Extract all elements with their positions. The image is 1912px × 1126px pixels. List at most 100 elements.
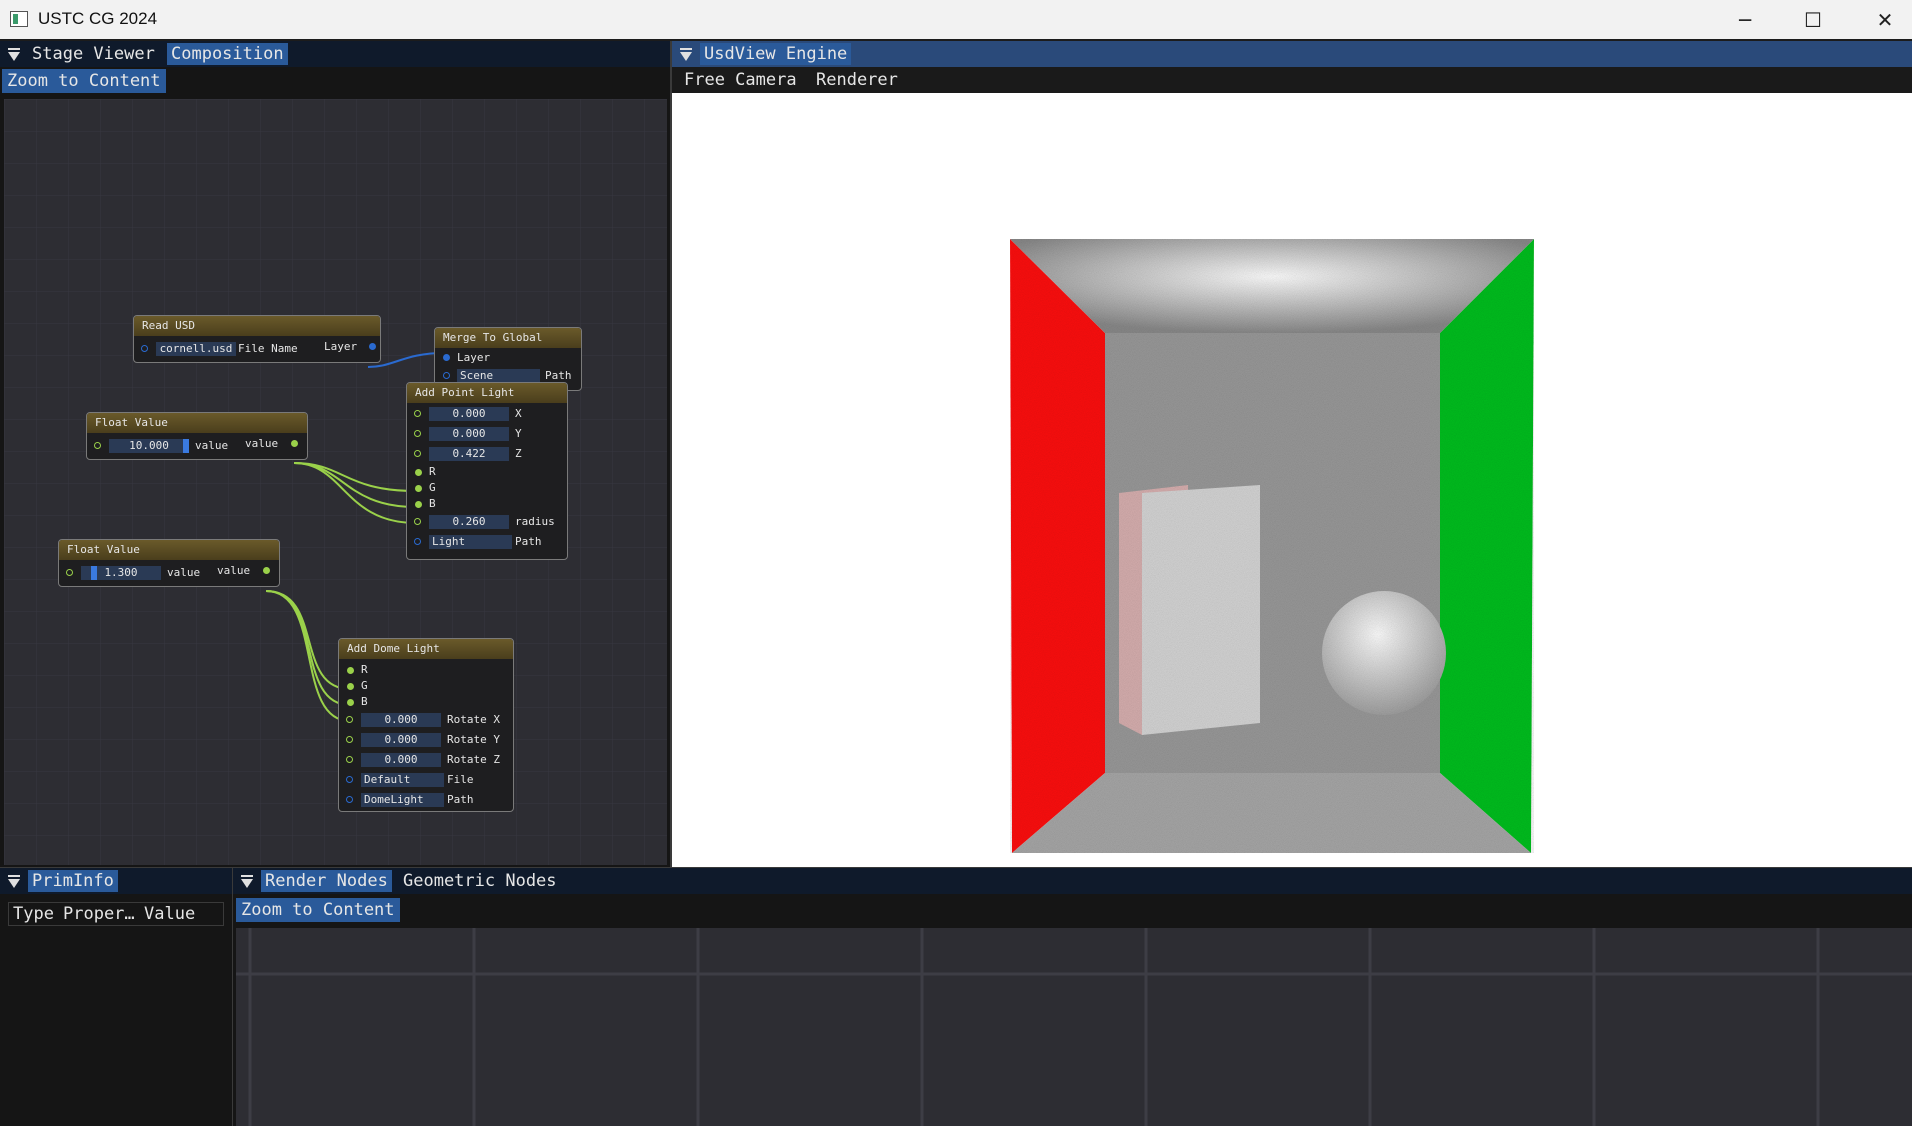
node-add-point-light[interactable]: Add Point Light 0.000 X 0.000 Y 0.422 Z … [406, 382, 568, 560]
collapse-icon[interactable] [8, 875, 20, 888]
slider-grab[interactable] [91, 566, 97, 580]
file-field[interactable]: Default [361, 773, 444, 787]
pin-in[interactable] [94, 442, 101, 449]
col-type[interactable]: Type [13, 903, 54, 925]
zoom-to-content-button[interactable]: Zoom to Content [2, 69, 166, 93]
render-nodes-panel: Render Nodes Geometric Nodes Zoom to Con… [233, 868, 1912, 1126]
tab-composition[interactable]: Composition [167, 43, 288, 65]
x-field[interactable]: 0.000 [429, 407, 509, 421]
rotate-x-field[interactable]: 0.000 [361, 713, 441, 727]
menu-renderer[interactable]: Renderer [816, 70, 898, 90]
pin-in-y[interactable] [414, 430, 421, 437]
pin-in-radius[interactable] [414, 518, 421, 525]
pin-in-b[interactable] [415, 501, 422, 508]
maximize-button[interactable]: ☐ [1779, 0, 1847, 39]
render-viewport[interactable] [672, 93, 1912, 867]
pin-in-file[interactable] [346, 776, 353, 783]
node-float-value-1[interactable]: Float Value 10.000 value value [86, 412, 308, 460]
tab-geometric-nodes[interactable]: Geometric Nodes [399, 870, 561, 892]
path-label: Path [515, 535, 542, 548]
node-title: Add Point Light [407, 383, 567, 403]
minimize-button[interactable]: ─ [1711, 0, 1779, 39]
rotate-z-label: Rotate Z [447, 753, 500, 766]
pin-out-value[interactable] [263, 567, 270, 574]
app-icon [10, 11, 28, 27]
collapse-icon[interactable] [8, 48, 20, 61]
scene-field[interactable]: Scene [457, 369, 540, 383]
col-property[interactable]: Proper… [63, 903, 135, 925]
render-canvas-grid [236, 928, 1912, 1126]
tab-priminfo[interactable]: PrimInfo [28, 870, 118, 892]
close-button[interactable]: ✕ [1851, 0, 1912, 39]
collapse-icon[interactable] [241, 875, 253, 888]
file-label: File [447, 773, 474, 786]
pin-in-rotate-x[interactable] [346, 716, 353, 723]
viewport-menubar: Free Camera Renderer [672, 67, 1912, 93]
pin-in-b[interactable] [347, 699, 354, 706]
pin-in-layer[interactable] [443, 354, 450, 361]
render-node-canvas[interactable] [236, 928, 1912, 1126]
col-value[interactable]: Value [144, 903, 195, 925]
value-in-label: value [167, 566, 201, 579]
file-name-field[interactable]: cornell.usd [156, 342, 236, 356]
window-titlebar: USTC CG 2024 ─ ☐ ✕ [0, 0, 1912, 39]
collapse-icon[interactable] [680, 48, 692, 61]
node-float-value-2[interactable]: Float Value 1.300 value value [58, 539, 280, 587]
zoom-to-content-button-2[interactable]: Zoom to Content [236, 898, 400, 922]
pin-in-rotate-z[interactable] [346, 756, 353, 763]
node-editor-canvas[interactable]: Read USD cornell.usd File Name Layer Mer… [4, 99, 667, 865]
g-label: G [429, 481, 436, 494]
priminfo-table-header: Type Proper… Value [8, 902, 224, 926]
pin-in-g[interactable] [347, 683, 354, 690]
cornell-box-render [1010, 239, 1534, 853]
pin-in[interactable] [141, 345, 148, 352]
rotate-y-field[interactable]: 0.000 [361, 733, 441, 747]
node-add-dome-light[interactable]: Add Dome Light R G B 0.000 Rotate X 0.00… [338, 638, 514, 812]
pin-in-x[interactable] [414, 410, 421, 417]
rotate-x-label: Rotate X [447, 713, 500, 726]
viewport-header: UsdView Engine [672, 41, 1912, 67]
rotate-y-label: Rotate Y [447, 733, 500, 746]
tab-usdview-engine[interactable]: UsdView Engine [700, 43, 852, 65]
pin-in-path[interactable] [414, 538, 421, 545]
node-title: Float Value [59, 540, 279, 560]
tab-stage-viewer[interactable]: Stage Viewer [28, 43, 159, 65]
x-label: X [515, 407, 522, 420]
pin-in[interactable] [66, 569, 73, 576]
menu-free-camera[interactable]: Free Camera [684, 70, 797, 90]
node-title: Float Value [87, 413, 307, 433]
pin-in-scene[interactable] [443, 372, 450, 379]
priminfo-panel: PrimInfo Type Proper… Value [0, 868, 232, 1126]
rotate-z-field[interactable]: 0.000 [361, 753, 441, 767]
slider-grab[interactable] [183, 439, 189, 453]
dome-path-field[interactable]: DomeLight [361, 793, 444, 807]
path-label: Path [447, 793, 474, 806]
file-name-label: File Name [238, 342, 298, 355]
g-label: G [361, 679, 368, 692]
z-field[interactable]: 0.422 [429, 447, 509, 461]
pin-in-r[interactable] [347, 667, 354, 674]
node-read-usd[interactable]: Read USD cornell.usd File Name Layer [133, 315, 381, 363]
pin-in-r[interactable] [415, 469, 422, 476]
pin-in-path[interactable] [346, 796, 353, 803]
layer-label: Layer [324, 340, 358, 353]
radius-label: radius [515, 515, 555, 528]
radius-field[interactable]: 0.260 [429, 515, 509, 529]
z-label: Z [515, 447, 522, 460]
pin-in-g[interactable] [415, 485, 422, 492]
node-title: Merge To Global [435, 328, 581, 348]
y-label: Y [515, 427, 522, 440]
y-field[interactable]: 0.000 [429, 427, 509, 441]
path-label: Path [545, 369, 572, 382]
r-label: R [361, 663, 368, 676]
priminfo-header: PrimInfo [0, 868, 232, 894]
light-path-field[interactable]: Light [429, 535, 512, 549]
pin-out-layer[interactable] [369, 343, 376, 350]
window-title: USTC CG 2024 [38, 9, 158, 28]
tab-render-nodes[interactable]: Render Nodes [261, 870, 392, 892]
pin-in-rotate-y[interactable] [346, 736, 353, 743]
pin-out-value[interactable] [291, 440, 298, 447]
left-panel-header: Stage Viewer Composition [0, 41, 670, 67]
value-field[interactable]: 10.000 [109, 439, 189, 453]
pin-in-z[interactable] [414, 450, 421, 457]
